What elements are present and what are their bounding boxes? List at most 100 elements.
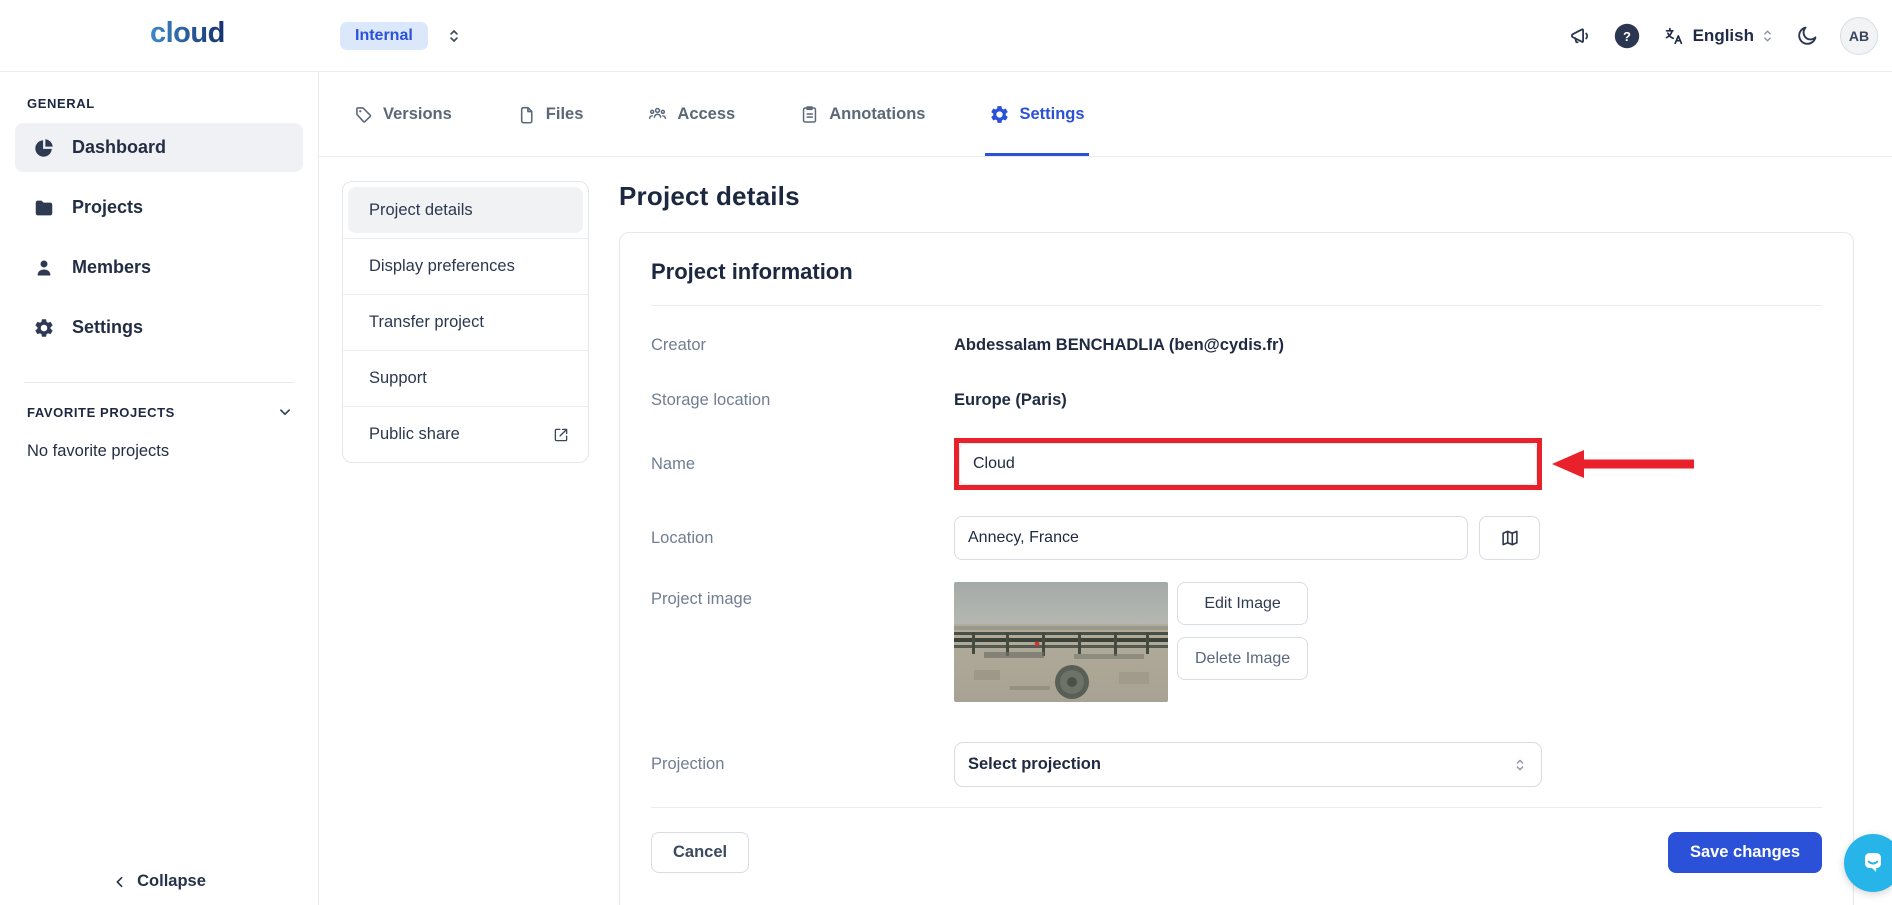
chevron-left-icon — [112, 874, 128, 890]
app-logo: cloud — [148, 15, 240, 56]
project-information-card: Project information Creator Abdessalam B… — [619, 232, 1854, 905]
nav-item-label: Public share — [369, 425, 460, 444]
language-selector[interactable]: English — [1662, 24, 1774, 48]
settings-nav-public-share[interactable]: Public share — [343, 406, 588, 462]
nav-item-label: Support — [369, 369, 427, 388]
card-title: Project information — [651, 259, 1822, 285]
sidebar: GENERAL Dashboard Projects — [0, 72, 319, 905]
nav-item-label: Display preferences — [369, 257, 515, 276]
card-footer-divider — [651, 807, 1822, 808]
location-row: Location — [651, 516, 1822, 560]
projection-select[interactable]: Select projection — [954, 742, 1542, 787]
projection-label: Projection — [651, 755, 954, 774]
delete-image-button[interactable]: Delete Image — [1177, 637, 1308, 680]
workspace-badge[interactable]: Internal — [340, 22, 428, 50]
cloud-logo-icon: cloud — [148, 15, 240, 51]
save-changes-button[interactable]: Save changes — [1668, 832, 1822, 873]
name-input[interactable] — [959, 443, 1537, 485]
svg-text:?: ? — [1623, 29, 1631, 44]
location-input[interactable] — [954, 516, 1468, 560]
tab-label: Settings — [1019, 105, 1084, 124]
sidebar-item-label: Settings — [72, 317, 143, 338]
clipboard-icon — [799, 104, 820, 125]
sidebar-item-dashboard[interactable]: Dashboard — [15, 123, 303, 172]
chat-bubble-icon — [1858, 848, 1888, 878]
person-icon — [33, 257, 55, 279]
open-map-button[interactable] — [1479, 516, 1540, 560]
gear-icon — [33, 317, 55, 339]
sidebar-item-settings[interactable]: Settings — [15, 303, 303, 352]
project-tabs: Versions Files — [319, 72, 1892, 157]
app-window: cloud Internal — [0, 0, 1892, 905]
main-area: Versions Files — [319, 72, 1892, 905]
moon-icon — [1795, 24, 1819, 48]
favorites-section-label: FAVORITE PROJECTS — [27, 405, 175, 420]
help-button[interactable]: ? — [1613, 22, 1641, 50]
tab-versions[interactable]: Versions — [349, 72, 456, 156]
workspace-switcher-button[interactable] — [444, 26, 464, 46]
help-icon: ? — [1613, 22, 1641, 50]
tab-label: Versions — [383, 105, 452, 124]
announcements-button[interactable] — [1568, 24, 1592, 48]
language-label: English — [1693, 26, 1754, 46]
card-footer: Cancel Save changes — [651, 832, 1822, 873]
topbar-actions: ? English — [1568, 17, 1892, 55]
edit-image-button[interactable]: Edit Image — [1177, 582, 1308, 625]
settings-nav-support[interactable]: Support — [343, 350, 588, 406]
settings-nav-display-preferences[interactable]: Display preferences — [343, 238, 588, 294]
project-image-row: Project image — [651, 582, 1822, 702]
nav-item-label: Project details — [348, 187, 583, 233]
projection-select-value: Select projection — [968, 755, 1101, 774]
creator-label: Creator — [651, 336, 954, 355]
storage-location-value: Europe (Paris) — [954, 391, 1822, 410]
tab-access[interactable]: Access — [643, 72, 739, 156]
sort-chevrons-icon — [1761, 28, 1774, 44]
users-icon — [647, 104, 668, 125]
sidebar-item-label: Dashboard — [72, 137, 166, 158]
sidebar-collapse-button[interactable]: Collapse — [0, 872, 318, 891]
project-image-thumbnail — [954, 582, 1168, 702]
chevron-down-icon[interactable] — [276, 403, 294, 421]
location-label: Location — [651, 529, 954, 548]
annotation-red-box — [954, 438, 1542, 490]
cancel-button[interactable]: Cancel — [651, 832, 749, 873]
settings-nav-transfer-project[interactable]: Transfer project — [343, 294, 588, 350]
gear-icon — [989, 104, 1010, 125]
map-icon — [1499, 527, 1521, 549]
project-image-label: Project image — [651, 582, 954, 609]
tag-icon — [353, 104, 374, 125]
tab-files[interactable]: Files — [512, 72, 588, 156]
top-bar: cloud Internal — [0, 0, 1892, 72]
storage-location-label: Storage location — [651, 391, 954, 410]
card-divider — [651, 305, 1822, 306]
folder-icon — [33, 197, 55, 219]
name-row: Name — [651, 438, 1822, 490]
external-link-icon — [552, 426, 570, 444]
sidebar-item-members[interactable]: Members — [15, 243, 303, 292]
name-label: Name — [651, 455, 954, 474]
nav-item-label: Transfer project — [369, 313, 484, 332]
favorites-empty-text: No favorite projects — [27, 442, 318, 461]
logo-text: cloud — [150, 17, 225, 49]
annotation-arrow-icon — [1544, 443, 1696, 485]
sidebar-divider — [24, 382, 294, 383]
pie-chart-icon — [33, 137, 55, 159]
tab-annotations[interactable]: Annotations — [795, 72, 929, 156]
dark-mode-toggle[interactable] — [1795, 24, 1819, 48]
avatar[interactable]: AB — [1840, 17, 1878, 55]
tab-settings[interactable]: Settings — [985, 72, 1088, 156]
file-icon — [516, 104, 537, 125]
creator-value: Abdessalam BENCHADLIA (ben@cydis.fr) — [954, 336, 1822, 355]
sidebar-section-general: GENERAL — [27, 96, 318, 111]
storage-location-row: Storage location Europe (Paris) — [651, 380, 1822, 420]
translate-icon — [1662, 24, 1686, 48]
tab-label: Files — [546, 105, 584, 124]
settings-nav-project-details[interactable]: Project details — [343, 182, 588, 238]
creator-row: Creator Abdessalam BENCHADLIA (ben@cydis… — [651, 325, 1822, 365]
tab-label: Access — [677, 105, 735, 124]
settings-content: Project details Project information Crea… — [619, 181, 1854, 905]
collapse-label: Collapse — [137, 872, 206, 891]
sidebar-item-projects[interactable]: Projects — [15, 183, 303, 232]
favorites-section-header: FAVORITE PROJECTS — [27, 403, 294, 421]
tab-label: Annotations — [829, 105, 925, 124]
